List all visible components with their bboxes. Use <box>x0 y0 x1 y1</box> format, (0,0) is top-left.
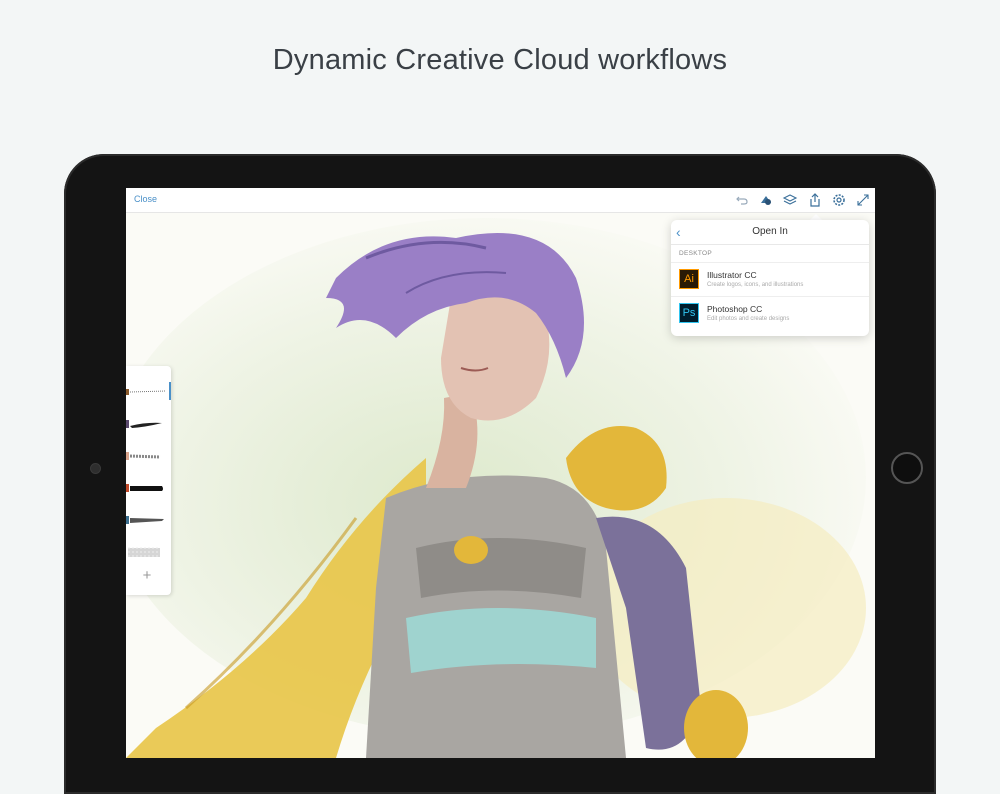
illustrator-icon: Ai <box>679 269 699 289</box>
app-toolbar: Close <box>126 188 875 213</box>
armor-gem <box>454 536 488 564</box>
popover-header: ‹ Open In <box>671 220 869 245</box>
share-icon[interactable] <box>807 192 823 208</box>
close-button[interactable]: Close <box>134 194 157 204</box>
app-screen: Close ‹ Open In DESKTOP Ai Illustrator C… <box>126 188 875 758</box>
page-headline: Dynamic Creative Cloud workflows <box>272 44 728 76</box>
brush-chalk[interactable] <box>126 446 168 466</box>
brush-palette: + <box>126 366 171 595</box>
photoshop-icon: Ps <box>679 303 699 323</box>
brush-eraser[interactable] <box>126 542 168 562</box>
undo-icon[interactable] <box>734 192 750 208</box>
brush-marker[interactable] <box>126 478 168 498</box>
layers-icon[interactable] <box>782 192 798 208</box>
add-brush-button[interactable]: + <box>140 568 154 583</box>
brush-watercolor[interactable] <box>126 510 168 530</box>
app-description: Create logos, icons, and illustrations <box>707 282 804 288</box>
camera-dot <box>90 463 101 474</box>
brush-pencil[interactable] <box>126 382 168 402</box>
section-label: DESKTOP <box>671 245 869 263</box>
app-name: Photoshop CC <box>707 304 763 314</box>
fullscreen-icon[interactable] <box>855 192 871 208</box>
home-button[interactable] <box>891 452 923 484</box>
app-name: Illustrator CC <box>707 270 757 280</box>
open-in-photoshop[interactable]: Ps Photoshop CC Edit photos and create d… <box>671 297 869 330</box>
settings-icon[interactable] <box>831 192 847 208</box>
popover-title: Open In <box>752 226 788 237</box>
teal-sash <box>406 608 596 673</box>
app-description: Edit photos and create designs <box>707 316 790 322</box>
brush-ink[interactable] <box>126 414 168 434</box>
shapes-icon[interactable] <box>758 192 774 208</box>
open-in-popover: ‹ Open In DESKTOP Ai Illustrator CC Crea… <box>671 220 869 336</box>
open-in-illustrator[interactable]: Ai Illustrator CC Create logos, icons, a… <box>671 263 869 297</box>
active-brush-indicator <box>169 382 171 400</box>
